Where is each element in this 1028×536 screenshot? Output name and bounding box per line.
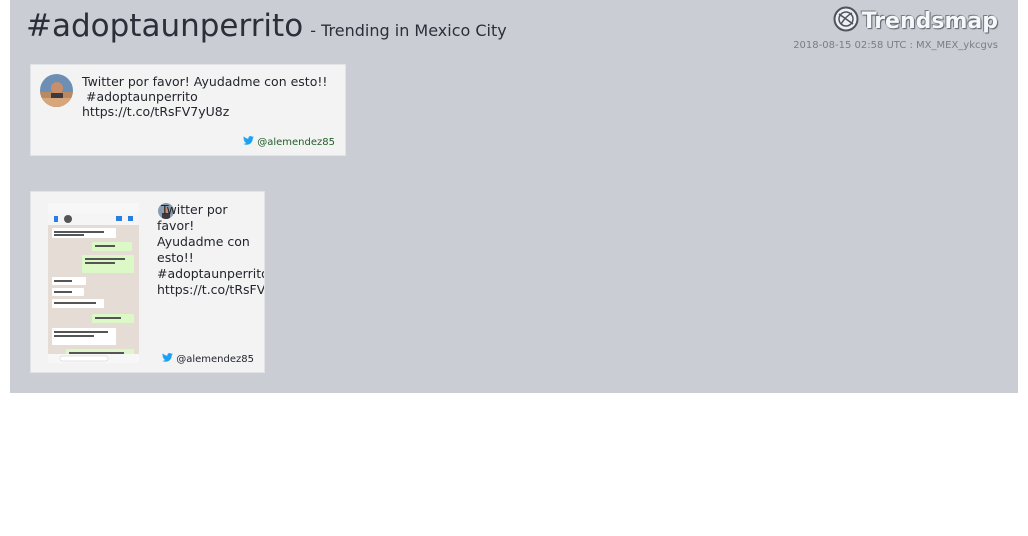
tweet-card[interactable]: Twitter por favor! Ayudadme con esto!! #… (30, 64, 346, 156)
twitter-bird-icon (243, 136, 255, 148)
timestamp-location-id: 2018-08-15 02:58 UTC : MX_MEX_ykcgvs (793, 40, 998, 51)
author-handle: @alemendez85 (176, 353, 254, 365)
tweet-text: Twitter por favor! Ayudadme con esto!! #… (82, 74, 328, 119)
avatar[interactable] (40, 74, 73, 107)
trending-location: - Trending in Mexico City (310, 21, 507, 40)
twitter-bird-icon (162, 353, 174, 365)
tweet-card-media[interactable]: Twitter por favor! Ayudadme con esto!! #… (30, 191, 265, 373)
author-handle: @alemendez85 (257, 136, 335, 148)
logo-text: Trendsmap (861, 8, 998, 34)
hashtag-title[interactable]: #adoptaunperrito (26, 8, 303, 44)
tweet-author[interactable]: @alemendez85 (162, 353, 254, 365)
trendsmap-logo[interactable]: Trendsmap (833, 6, 998, 36)
tweet-media-screenshot[interactable] (48, 203, 139, 363)
tweet-text: Twitter por favor! Ayudadme con esto!! #… (157, 202, 265, 297)
page-title: #adoptaunperrito - Trending in Mexico Ci… (26, 8, 507, 44)
trend-panel: #adoptaunperrito - Trending in Mexico Ci… (10, 0, 1018, 393)
tweet-author[interactable]: @alemendez85 (243, 136, 335, 148)
globe-icon (833, 6, 859, 36)
